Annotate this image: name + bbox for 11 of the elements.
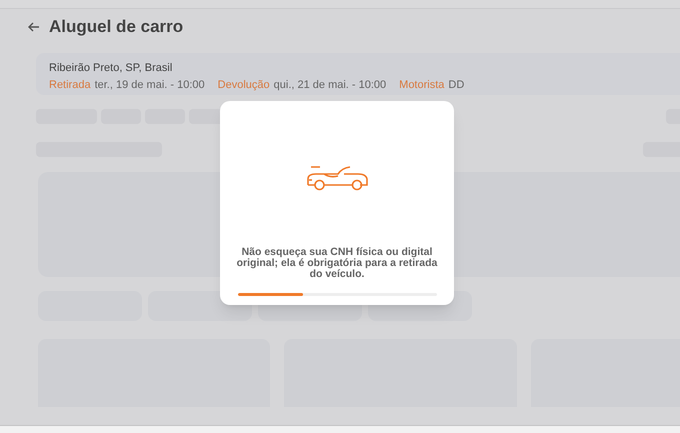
field-label: Devolução bbox=[218, 78, 270, 92]
convertible-car-icon bbox=[306, 166, 368, 191]
field-value: ter., 19 de mai. - 10:00 bbox=[94, 78, 205, 92]
page-title: Aluguel de carro bbox=[49, 16, 184, 38]
field-value: DD bbox=[448, 78, 464, 92]
field-label: Motorista bbox=[399, 78, 444, 92]
reminder-message: Não esqueça sua CNH física ou digital original; ela é obrigatória para a retirada do veículo. bbox=[236, 247, 438, 280]
location-text: Ribeirão Preto, SP, Brasil bbox=[49, 61, 172, 75]
back-arrow-icon[interactable] bbox=[27, 22, 40, 32]
field-value: qui., 21 de mai. - 10:00 bbox=[274, 78, 386, 92]
field-label: Retirada bbox=[49, 78, 91, 92]
